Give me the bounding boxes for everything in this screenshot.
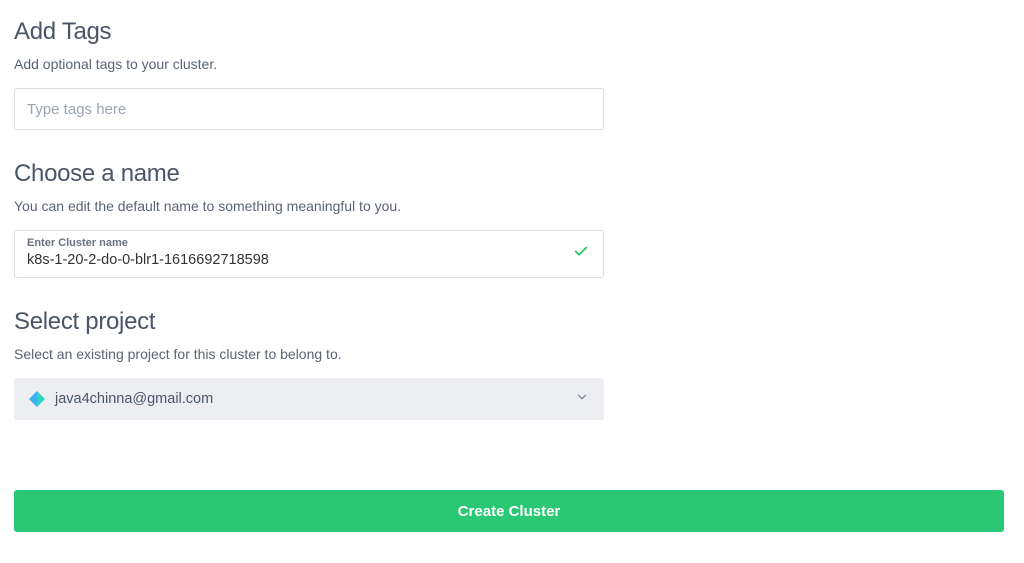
- tags-input[interactable]: [14, 88, 604, 130]
- chevron-down-icon: [575, 390, 589, 409]
- checkmark-icon: [573, 244, 589, 265]
- add-tags-section: Add Tags Add optional tags to your clust…: [14, 18, 1004, 130]
- cluster-name-input[interactable]: [27, 252, 591, 268]
- choose-name-desc: You can edit the default name to somethi…: [14, 198, 1004, 214]
- cluster-name-label: Enter Cluster name: [27, 237, 591, 249]
- select-project-title: Select project: [14, 308, 1004, 336]
- select-project-desc: Select an existing project for this clus…: [14, 346, 1004, 362]
- choose-name-section: Choose a name You can edit the default n…: [14, 160, 1004, 278]
- add-tags-desc: Add optional tags to your cluster.: [14, 56, 1004, 72]
- add-tags-title: Add Tags: [14, 18, 1004, 46]
- create-cluster-button[interactable]: Create Cluster: [14, 490, 1004, 532]
- project-dropdown[interactable]: java4chinna@gmail.com: [14, 378, 604, 420]
- select-project-section: Select project Select an existing projec…: [14, 308, 1004, 420]
- project-icon: [29, 391, 45, 407]
- project-selected-label: java4chinna@gmail.com: [55, 391, 575, 407]
- cluster-name-field[interactable]: Enter Cluster name: [14, 230, 604, 278]
- choose-name-title: Choose a name: [14, 160, 1004, 188]
